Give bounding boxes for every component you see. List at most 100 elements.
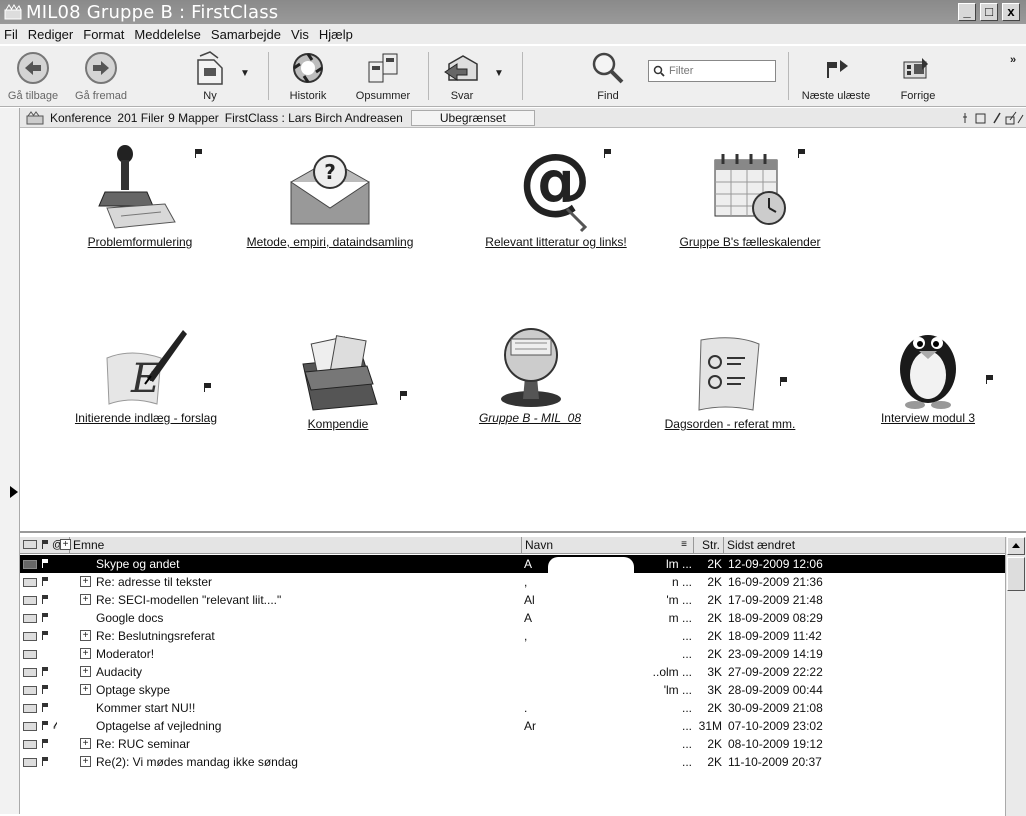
flag-icon	[42, 577, 48, 586]
table-row[interactable]: Google docs Am ... 2K 18-09-2009 08:29	[20, 609, 1005, 627]
folder-kompendie[interactable]: Kompendie	[278, 321, 398, 431]
maximize-button[interactable]: □	[980, 3, 998, 21]
folder-dagsorden[interactable]: Dagsorden - referat mm.	[640, 321, 820, 431]
toolbar-overflow-button[interactable]: »	[1010, 54, 1016, 66]
row-modified: 28-09-2009 00:44	[728, 683, 823, 697]
menu-vis[interactable]: Vis	[291, 27, 309, 42]
status-path: FirstClass : Lars Birch Andreasen	[224, 110, 403, 125]
row-modified: 18-09-2009 08:29	[728, 611, 823, 625]
find-button[interactable]: Find	[586, 50, 630, 102]
expand-thread-icon[interactable]: +	[80, 684, 91, 695]
row-modified: 08-10-2009 19:12	[728, 737, 823, 751]
table-row[interactable]: Kommer start NU!!.... 2K 30-09-2009 21:08	[20, 699, 1005, 717]
row-subject: Optagelse af vejledning	[96, 719, 222, 733]
row-modified: 27-09-2009 22:22	[728, 665, 823, 679]
forward-button[interactable]: Gå fremad	[70, 50, 132, 102]
message-status-icon	[23, 758, 37, 767]
folder-problemformulering[interactable]: Problemformulering	[70, 139, 210, 249]
minimize-button[interactable]: _	[958, 3, 976, 21]
row-name-tail: n ...	[671, 575, 692, 589]
table-row[interactable]: + Audacity ..olm ... 3K 27-09-2009 22:22	[20, 663, 1005, 681]
folder-initierende[interactable]: E Initierende indlæg - forslag	[56, 315, 236, 425]
svg-text:@: @	[519, 139, 591, 222]
column-status-icons[interactable]: @ +	[20, 537, 71, 554]
row-size: 2K	[707, 593, 722, 607]
attachment-icon: 𝓁	[53, 720, 57, 732]
flag-icon	[42, 559, 48, 568]
menu-format[interactable]: Format	[83, 27, 124, 42]
vertical-scrollbar[interactable]	[1005, 537, 1026, 816]
history-icon	[293, 53, 323, 83]
table-row[interactable]: Skype og andet Alm ... 2K 12-09-2009 12:06	[20, 555, 1005, 573]
folder-label: Interview modul 3	[880, 411, 976, 425]
table-row[interactable]: + Moderator!... 2K 23-09-2009 14:19	[20, 645, 1005, 663]
expand-thread-icon[interactable]: +	[80, 594, 91, 605]
back-arrow-icon	[17, 52, 49, 84]
flag-icon	[42, 721, 48, 730]
table-row[interactable]: 𝓁 Optagelse af vejledning Ar... 31M 07-10-20…	[20, 717, 1005, 735]
back-button[interactable]: Gå tilbage	[2, 50, 64, 102]
folder-relevant-litteratur[interactable]: @ Relevant litteratur og links!	[466, 139, 646, 249]
menu-samarbejde[interactable]: Samarbejde	[211, 27, 281, 42]
table-row[interactable]: + Re: SECI-modellen "relevant liit...." Al…	[20, 591, 1005, 609]
rolodex-icon	[501, 328, 561, 407]
row-subject: Moderator!	[96, 647, 155, 661]
expand-thread-icon[interactable]: +	[80, 756, 91, 767]
sort-icon: ≡	[681, 539, 687, 550]
folder-interview[interactable]: Interview modul 3	[858, 315, 998, 425]
new-dropdown-icon[interactable]: ▼	[240, 68, 250, 79]
flag-icon	[798, 149, 805, 158]
reply-dropdown-icon[interactable]: ▼	[494, 68, 504, 79]
message-status-icon	[23, 578, 37, 587]
search-icon	[653, 65, 665, 77]
status-bar: Konference 201 Filer 9 Mapper FirstClass…	[20, 108, 1026, 128]
row-name-tail: ...	[681, 647, 692, 661]
table-row[interactable]: + Re(2): Vi mødes mandag ikke søndag... 2K…	[20, 753, 1005, 771]
flag-icon	[780, 377, 787, 386]
column-subject[interactable]: Emne	[70, 537, 522, 554]
folder-gruppe-b[interactable]: Gruppe B - MIL_08	[460, 315, 600, 425]
row-name-tail: ...	[681, 755, 692, 769]
row-size: 2K	[707, 575, 722, 589]
status-scope-field[interactable]: Ubegrænset	[410, 109, 535, 126]
expand-thread-icon[interactable]: +	[80, 666, 91, 677]
previous-button[interactable]: Forrige	[886, 50, 950, 102]
column-name[interactable]: Navn ≡	[522, 537, 694, 554]
row-modified: 17-09-2009 21:48	[728, 593, 823, 607]
expand-thread-icon[interactable]: +	[80, 630, 91, 641]
expand-thread-icon[interactable]: +	[80, 648, 91, 659]
magnifier-icon	[592, 52, 624, 84]
table-row[interactable]: + Re: Beslutningsreferat,... 2K 18-09-2009 …	[20, 627, 1005, 645]
scroll-thumb[interactable]	[1007, 557, 1025, 591]
expand-thread-icon[interactable]: +	[80, 576, 91, 587]
history-button[interactable]: Historik	[276, 50, 340, 102]
expand-thread-icon[interactable]: +	[80, 738, 91, 749]
folder-metode[interactable]: ? Metode, empiri, dataindsamling	[230, 139, 430, 249]
reply-button[interactable]: Svar	[440, 50, 484, 102]
flag-icon	[195, 149, 202, 158]
flag-icon	[42, 595, 48, 604]
menu-hjaelp[interactable]: Hjælp	[319, 27, 353, 42]
menu-meddelelse[interactable]: Meddelelse	[134, 27, 201, 42]
column-modified[interactable]: Sidst ændret	[724, 537, 1005, 554]
window-title: MIL08 Gruppe B : FirstClass	[26, 1, 279, 23]
folder-label: Metode, empiri, dataindsamling	[246, 235, 414, 249]
next-unread-button[interactable]: Næste ulæste	[796, 50, 876, 102]
menu-fil[interactable]: Fil	[4, 27, 18, 42]
table-row[interactable]: + Re: RUC seminar... 2K 08-10-2009 19:12	[20, 735, 1005, 753]
folder-faelleskalender[interactable]: Gruppe B's fælleskalender	[660, 139, 840, 249]
close-button[interactable]: x	[1002, 3, 1020, 21]
message-status-icon	[23, 740, 37, 749]
column-size[interactable]: Str.	[694, 537, 724, 554]
menu-rediger[interactable]: Rediger	[28, 27, 74, 42]
message-list: @ + Emne Navn ≡ Str. Sidst ændret Skype …	[20, 531, 1026, 816]
filter-input[interactable]: Filter	[648, 60, 776, 82]
new-button[interactable]: Ny	[188, 50, 232, 102]
message-status-icon	[23, 632, 37, 641]
row-name-tail: ...	[681, 701, 692, 715]
expand-arrow-icon[interactable]	[10, 486, 18, 498]
scroll-up-button[interactable]	[1007, 537, 1025, 555]
table-row[interactable]: + Re: adresse til tekster, n ... 2K 16-09-20…	[20, 573, 1005, 591]
summarize-button[interactable]: Opsummer	[346, 50, 420, 102]
table-row[interactable]: + Optage skype 'lm ... 3K 28-09-2009 00:44	[20, 681, 1005, 699]
